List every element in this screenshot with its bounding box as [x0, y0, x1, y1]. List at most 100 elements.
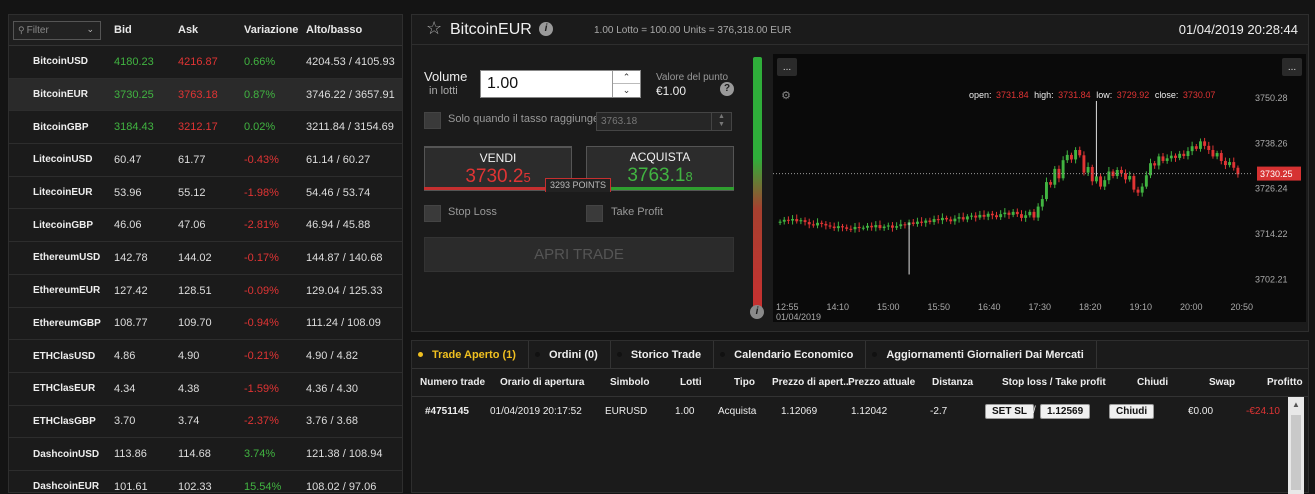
info-icon[interactable]: i	[539, 22, 553, 36]
tab-0[interactable]: Trade Aperto (1)	[412, 340, 529, 369]
quote-range: 111.24 / 108.09	[306, 317, 381, 330]
column-header[interactable]: Tipo	[734, 377, 755, 388]
close-trade-button[interactable]: Chiudi	[1109, 404, 1155, 419]
candle-body	[882, 226, 886, 229]
candle-body	[1174, 155, 1177, 158]
quote-range: 4204.53 / 4105.93	[306, 55, 395, 68]
stop-loss-checkbox[interactable]	[424, 205, 441, 222]
take-profit-field[interactable]: 1.12569	[1040, 404, 1091, 419]
column-header[interactable]: Stop loss / Take profit	[1002, 377, 1106, 388]
take-profit-checkbox[interactable]	[586, 205, 603, 222]
quote-change: 0.87%	[244, 88, 276, 101]
quote-change: -0.94%	[244, 317, 279, 330]
quote-ask: 4.90	[178, 350, 200, 363]
quote-row[interactable]: BitcoinUSD 4180.23 4216.87 0.66% 4204.53 / 4…	[9, 46, 402, 79]
volume-input[interactable]: 1.00 ⌃ ⌄	[480, 70, 641, 98]
quote-row[interactable]: EthereumUSD 142.78 144.02 -0.17% 144.87 / 14…	[9, 242, 402, 275]
tab-2[interactable]: Storico Trade	[611, 340, 715, 369]
quote-ask: 55.12	[178, 186, 206, 199]
quote-bid: 3184.43	[114, 121, 154, 134]
quote-row[interactable]: BitcoinGBP 3184.43 3212.17 0.02% 3211.84 / 3…	[9, 111, 402, 145]
column-header[interactable]: Numero trade	[420, 377, 485, 388]
ohlc-low-label: low:	[1096, 90, 1112, 100]
column-header-bid[interactable]: Bid	[110, 24, 176, 36]
column-header[interactable]: Chiudi	[1137, 377, 1168, 388]
trade-panel: ☆ BitcoinEUR i 1.00 Lotto = 100.00 Units…	[411, 14, 1309, 332]
scroll-up-icon[interactable]: ▲	[1292, 400, 1300, 409]
chevron-up-icon[interactable]: ⌃	[613, 71, 640, 84]
quote-change: -1.98%	[244, 186, 279, 199]
tab-3[interactable]: Calendario Economico	[714, 340, 867, 369]
limit-rate-input[interactable]: 3763.18 ▲ ▼	[596, 112, 732, 131]
quote-row[interactable]: EthereumGBP 108.77 109.70 -0.94% 111.24 / 10…	[9, 308, 402, 341]
quote-symbol: LitecoinUSD	[33, 154, 93, 166]
column-header[interactable]: Lotti	[680, 377, 702, 388]
tab-4[interactable]: Aggiornamenti Giornalieri Dai Mercati	[866, 340, 1097, 369]
filter-dropdown[interactable]: ⚲ Filter ⌄	[13, 20, 101, 40]
tab-1[interactable]: Ordini (0)	[529, 340, 611, 369]
quote-ask: 3.74	[178, 415, 200, 428]
column-header[interactable]: Simbolo	[610, 377, 649, 388]
column-header[interactable]: Profitto	[1267, 377, 1303, 388]
quote-row[interactable]: BitcoinEUR 3730.25 3763.18 0.87% 3746.22 / 3…	[9, 78, 402, 112]
trade-title-bar: ☆ BitcoinEUR i 1.00 Lotto = 100.00 Units…	[412, 15, 1308, 45]
candle-body	[828, 225, 832, 227]
quote-range: 46.94 / 45.88	[306, 219, 371, 232]
trade-number: #4751145	[425, 406, 469, 417]
quote-symbol: ETHClasUSD	[33, 350, 96, 362]
candle-body	[1103, 180, 1107, 187]
column-header[interactable]: Swap	[1209, 377, 1235, 388]
help-icon[interactable]: ?	[720, 82, 734, 96]
candle-body	[1207, 145, 1211, 151]
quote-range: 121.38 / 108.94	[306, 448, 383, 461]
open-trade-button[interactable]: APRI TRADE	[424, 237, 734, 272]
quote-row[interactable]: EthereumEUR 127.42 128.51 -0.09% 129.04 / 12…	[9, 275, 402, 308]
star-icon[interactable]: ☆	[426, 18, 442, 39]
volume-stepper[interactable]: ⌃ ⌄	[612, 71, 640, 97]
quote-change: -2.81%	[244, 219, 279, 232]
candle-body	[1094, 176, 1098, 182]
quote-row[interactable]: DashcoinEUR 101.61 102.33 15.54% 108.02 / 97…	[9, 471, 402, 492]
column-header-ask[interactable]: Ask	[176, 24, 242, 36]
ohlc-high-label: high:	[1034, 90, 1054, 100]
candle-body	[1115, 170, 1119, 177]
sentiment-bar	[753, 57, 762, 310]
candle-body	[816, 222, 819, 226]
price-chart[interactable]: ... ... ⚙ open: 3731.84 high: 3731.84 lo…	[773, 54, 1306, 322]
candle-body	[1153, 163, 1157, 166]
quote-row[interactable]: LitecoinEUR 53.96 55.12 -1.98% 54.46 / 53.74	[9, 177, 402, 210]
scrollbar-thumb[interactable]	[1291, 415, 1301, 490]
scrollbar[interactable]: ▲	[1288, 397, 1304, 494]
quote-range: 144.87 / 140.68	[306, 251, 383, 264]
quote-row[interactable]: LitecoinUSD 60.47 61.77 -0.43% 61.14 / 60.27	[9, 144, 402, 177]
quote-ask: 109.70	[178, 317, 212, 330]
quote-bid: 4.34	[114, 382, 136, 395]
limit-rate-stepper[interactable]: ▲ ▼	[711, 113, 731, 130]
quote-row[interactable]: DashcoinUSD 113.86 114.68 3.74% 121.38 / 108…	[9, 438, 402, 471]
quote-row[interactable]: ETHClasGBP 3.70 3.74 -2.37% 3.76 / 3.68	[9, 406, 402, 439]
ohlc-high: 3731.84	[1058, 90, 1091, 100]
column-header-change[interactable]: Variazione	[242, 24, 306, 36]
quote-change: -0.09%	[244, 284, 279, 297]
chevron-down-icon[interactable]: ⌄	[613, 84, 640, 97]
column-header[interactable]: Prezzo di apert...	[772, 377, 851, 388]
quote-bid: 60.47	[114, 153, 142, 166]
column-header[interactable]: Orario di apertura	[500, 377, 584, 388]
column-header[interactable]: Prezzo attuale	[848, 377, 915, 388]
column-header[interactable]: Distanza	[932, 377, 973, 388]
gear-icon[interactable]: ⚙	[781, 89, 791, 102]
quote-row[interactable]: ETHClasUSD 4.86 4.90 -0.21% 4.90 / 4.82	[9, 340, 402, 373]
quote-symbol: BitcoinEUR	[33, 89, 88, 101]
sentiment-info-icon[interactable]: i	[750, 305, 764, 319]
table-row[interactable]: #4751145 01/04/2019 20:17:52 EURUSD 1.00…	[412, 397, 1308, 425]
column-header-range[interactable]: Alto/basso	[306, 24, 362, 36]
quote-bid: 46.06	[114, 219, 142, 232]
quote-row[interactable]: ETHClasEUR 4.34 4.38 -1.59% 4.36 / 4.30	[9, 373, 402, 406]
take-profit-label: Take Profit	[611, 206, 663, 218]
volume-value: 1.00	[487, 75, 519, 92]
quote-row[interactable]: LitecoinGBP 46.06 47.06 -2.81% 46.94 / 45.88	[9, 209, 402, 243]
set-sl-button[interactable]: SET SL	[985, 404, 1035, 419]
limit-checkbox[interactable]	[424, 112, 441, 129]
quote-bid: 3730.25	[114, 88, 154, 101]
trade-symbol: EURUSD	[605, 406, 648, 417]
